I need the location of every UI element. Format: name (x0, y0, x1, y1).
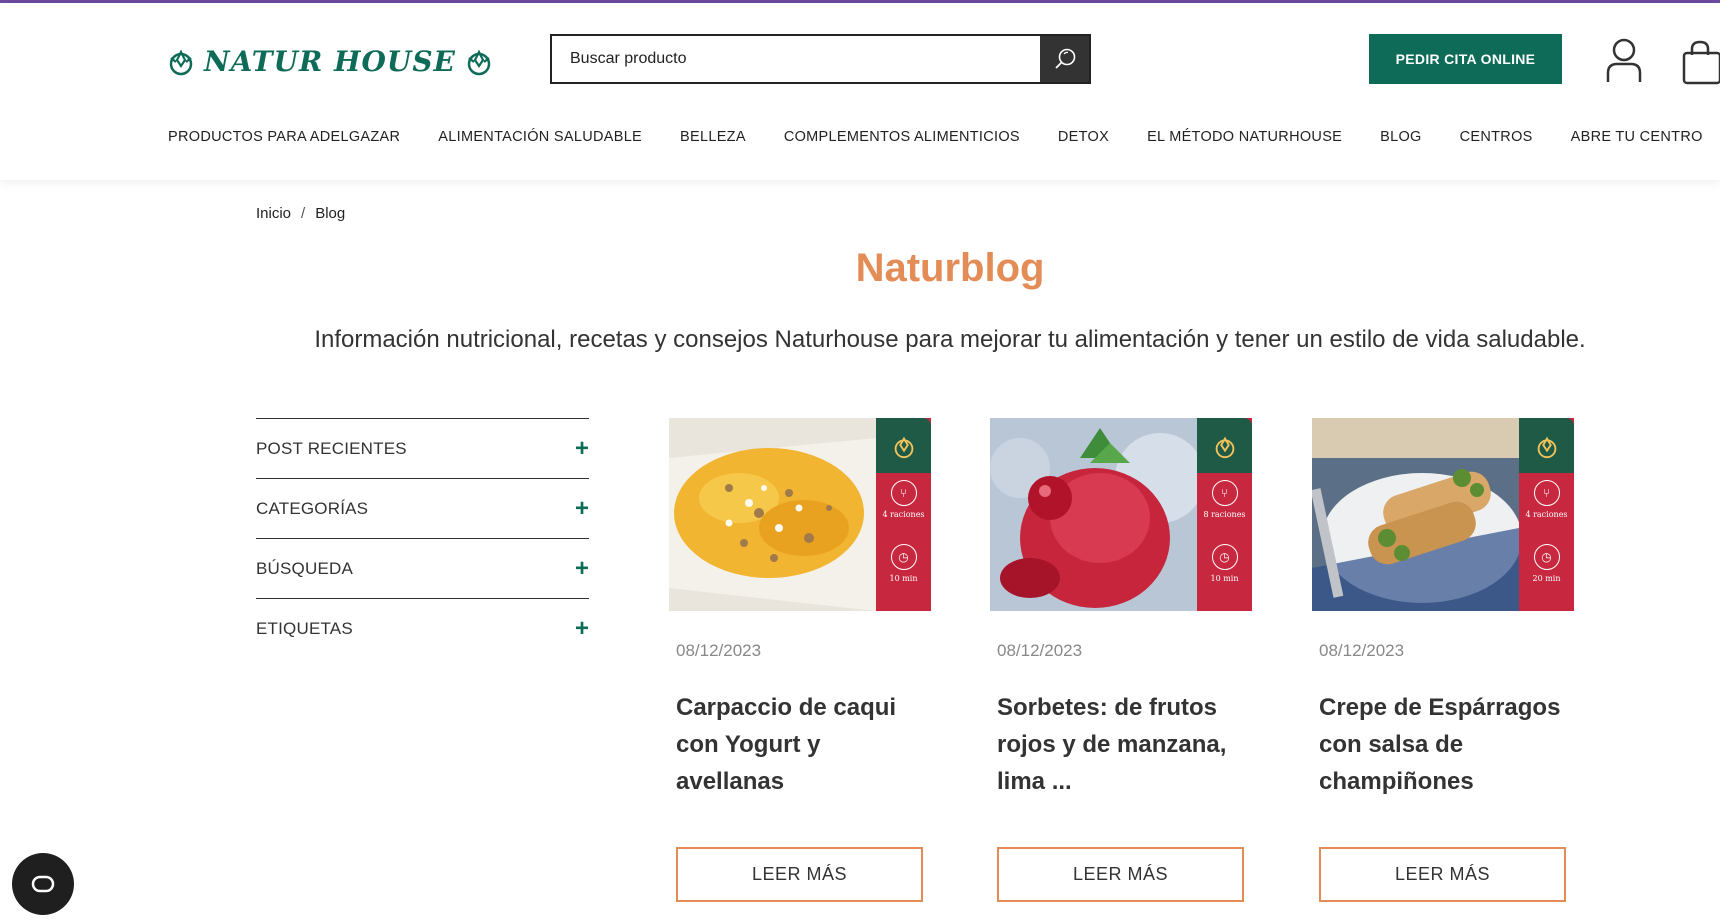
lotus-logo-icon (169, 49, 193, 76)
shopping-bag-icon[interactable] (1682, 39, 1720, 85)
page-title: Naturblog (855, 246, 1045, 290)
expand-plus-icon: + (574, 434, 589, 462)
servings-text: 4 raciones (882, 510, 925, 519)
post-date: 08/12/2023 (997, 641, 1083, 660)
breadcrumb-home[interactable]: Inicio (256, 205, 291, 222)
expand-plus-icon: + (574, 494, 589, 522)
product-search (550, 34, 1091, 84)
breadcrumb: Inicio / Blog (256, 205, 345, 222)
servings-badge: ⑂ 8 raciones (1197, 480, 1252, 519)
servings-badge: ⑂ 4 raciones (1519, 480, 1574, 519)
servings-badge: ⑂ 4 raciones (876, 480, 931, 519)
read-more-button[interactable]: LEER MÁS (1319, 847, 1566, 902)
accordion-categorias[interactable]: CATEGORÍAS + (256, 478, 589, 538)
nav-item-abre-tu-centro[interactable]: ABRE TU CENTRO (1571, 129, 1703, 145)
lotus-icon (894, 436, 913, 458)
crepe-photo (1312, 418, 1519, 611)
post-title[interactable]: Crepe de Espárragos con salsa de champiñ… (1312, 689, 1574, 800)
accordion-busqueda[interactable]: BÚSQUEDA + (256, 538, 589, 598)
naturhouse-logo[interactable]: NATUR HOUSE (166, 41, 494, 81)
logo-text: NATUR HOUSE (204, 44, 456, 78)
expand-plus-icon: + (574, 554, 589, 582)
cutlery-icon: ⑂ (890, 480, 917, 506)
lotus-badge (1519, 418, 1574, 473)
lotus-icon (1215, 436, 1234, 458)
post-date: 08/12/2023 (1319, 641, 1405, 660)
cookie-settings-button[interactable] (12, 853, 74, 915)
nav-item-metodo-naturhouse[interactable]: EL MÉTODO NATURHOUSE (1147, 129, 1342, 145)
lotus-icon (1537, 436, 1556, 458)
nav-item-complementos[interactable]: COMPLEMENTOS ALIMENTICIOS (784, 129, 1020, 145)
time-text: 20 min (1532, 574, 1561, 583)
carpaccio-photo (669, 418, 876, 611)
cutlery-icon: ⑂ (1211, 480, 1238, 506)
blog-sidebar: POST RECIENTES + CATEGORÍAS + BÚSQUEDA +… (256, 418, 589, 658)
expand-plus-icon: + (574, 614, 589, 642)
read-more-button[interactable]: LEER MÁS (997, 847, 1244, 902)
accordion-post-recientes[interactable]: POST RECIENTES + (256, 418, 589, 478)
book-appointment-button[interactable]: PEDIR CITA ONLINE (1369, 34, 1562, 84)
nav-item-blog[interactable]: BLOG (1380, 129, 1422, 145)
lotus-badge (876, 418, 931, 473)
time-badge: ◷ 20 min (1519, 544, 1574, 583)
accordion-etiquetas[interactable]: ETIQUETAS + (256, 598, 589, 658)
post-title[interactable]: Carpaccio de caqui con Yogurt y avellana… (669, 689, 931, 800)
sorbet-photo (990, 418, 1197, 611)
breadcrumb-current: Blog (315, 205, 346, 222)
search-button[interactable] (1040, 36, 1089, 82)
blog-post-card: ⑂ 4 raciones ◷ 10 min 08/12/2023 Carpacc… (669, 418, 931, 902)
search-icon (1054, 48, 1075, 69)
post-image[interactable]: ⑂ 4 raciones ◷ 10 min (669, 418, 931, 611)
search-input[interactable] (552, 36, 1040, 82)
servings-text: 4 raciones (1525, 510, 1568, 519)
servings-text: 8 raciones (1203, 510, 1246, 519)
clock-icon: ◷ (1533, 544, 1560, 570)
breadcrumb-separator: / (301, 205, 306, 222)
post-date: 08/12/2023 (676, 641, 762, 660)
accordion-label: BÚSQUEDA (256, 558, 354, 578)
accordion-label: CATEGORÍAS (256, 498, 369, 518)
post-image[interactable]: ⑂ 4 raciones ◷ 20 min (1312, 418, 1574, 611)
accordion-label: POST RECIENTES (256, 438, 407, 458)
clock-icon: ◷ (890, 544, 917, 570)
post-image[interactable]: ⑂ 8 raciones ◷ 10 min (990, 418, 1252, 611)
accordion-label: ETIQUETAS (256, 618, 353, 638)
time-badge: ◷ 10 min (876, 544, 931, 583)
time-badge: ◷ 10 min (1197, 544, 1252, 583)
blog-post-card: ⑂ 4 raciones ◷ 20 min 08/12/2023 Crepe d… (1312, 418, 1574, 902)
lotus-logo-icon (467, 49, 491, 76)
time-text: 10 min (1210, 574, 1239, 583)
user-account-icon[interactable] (1604, 37, 1644, 83)
time-text: 10 min (889, 574, 918, 583)
page-subtitle: Información nutricional, recetas y conse… (314, 326, 1586, 353)
nav-item-centros[interactable]: CENTROS (1460, 129, 1533, 145)
cookie-settings-icon (31, 875, 55, 893)
blog-post-card: ⑂ 8 raciones ◷ 10 min 08/12/2023 Sorbete… (990, 418, 1255, 902)
clock-icon: ◷ (1211, 544, 1238, 570)
site-header: NATUR HOUSE PEDIR CITA ONLINE PRODUCTOS … (0, 3, 1720, 180)
read-more-button[interactable]: LEER MÁS (676, 847, 923, 902)
post-title[interactable]: Sorbetes: de frutos rojos y de manzana, … (990, 689, 1255, 800)
nav-item-belleza[interactable]: BELLEZA (680, 129, 746, 145)
nav-item-alimentacion-saludable[interactable]: ALIMENTACIÓN SALUDABLE (438, 129, 642, 145)
cutlery-icon: ⑂ (1533, 480, 1560, 506)
lotus-badge (1197, 418, 1252, 473)
main-navigation: PRODUCTOS PARA ADELGAZAR ALIMENTACIÓN SA… (168, 129, 1703, 145)
nav-item-detox[interactable]: DETOX (1058, 129, 1109, 145)
nav-item-productos-adelgazar[interactable]: PRODUCTOS PARA ADELGAZAR (168, 129, 400, 145)
